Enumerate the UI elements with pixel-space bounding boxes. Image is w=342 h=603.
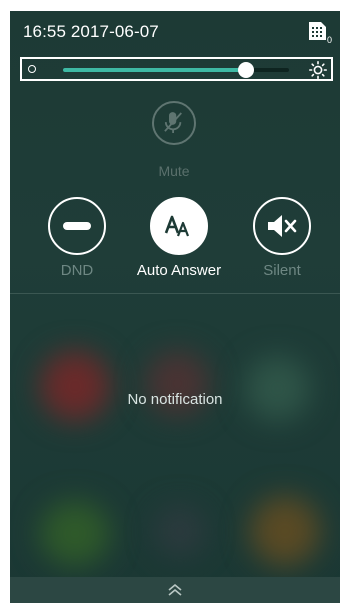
speaker-muted-icon	[268, 215, 297, 237]
dnd-button[interactable]	[48, 197, 106, 255]
brightness-slider[interactable]	[63, 62, 289, 78]
blurred-app-icon	[250, 496, 320, 566]
silent-button[interactable]	[253, 197, 311, 255]
brightness-high-icon	[309, 61, 327, 79]
dnd-label: DND	[60, 262, 94, 279]
mic-off-icon	[164, 112, 182, 133]
silent-label: Silent	[263, 262, 301, 279]
mute-label: Mute	[158, 163, 190, 179]
auto-answer-label: Auto Answer	[136, 262, 222, 279]
brightness-low-icon	[28, 65, 36, 73]
brightness-fill	[63, 68, 247, 72]
blurred-app-icon	[40, 501, 110, 566]
status-datetime: 16:55 2017-06-07	[23, 22, 159, 41]
sim-slot-label: 0	[326, 35, 332, 45]
blurred-app-icon	[245, 356, 310, 421]
blurred-app-icon	[40, 351, 110, 421]
auto-answer-button[interactable]	[150, 197, 208, 255]
brightness-control	[20, 57, 333, 81]
quick-settings-panel: 16:55 2017-06-07 0 Mute DND Auto Answer …	[10, 11, 340, 603]
blurred-app-icon	[155, 506, 205, 556]
brightness-slider-handle[interactable]	[238, 62, 255, 78]
do-not-disturb-icon	[63, 222, 91, 230]
auto-answer-icon	[164, 215, 190, 237]
divider	[10, 293, 340, 294]
chevron-up-double-icon[interactable]	[167, 583, 183, 597]
sim-card-icon	[309, 22, 326, 40]
screenshot-frame: 16:55 2017-06-07 0 Mute DND Auto Answer …	[0, 0, 342, 603]
no-notification-text: No notification	[127, 391, 223, 408]
mute-button[interactable]	[152, 101, 196, 145]
